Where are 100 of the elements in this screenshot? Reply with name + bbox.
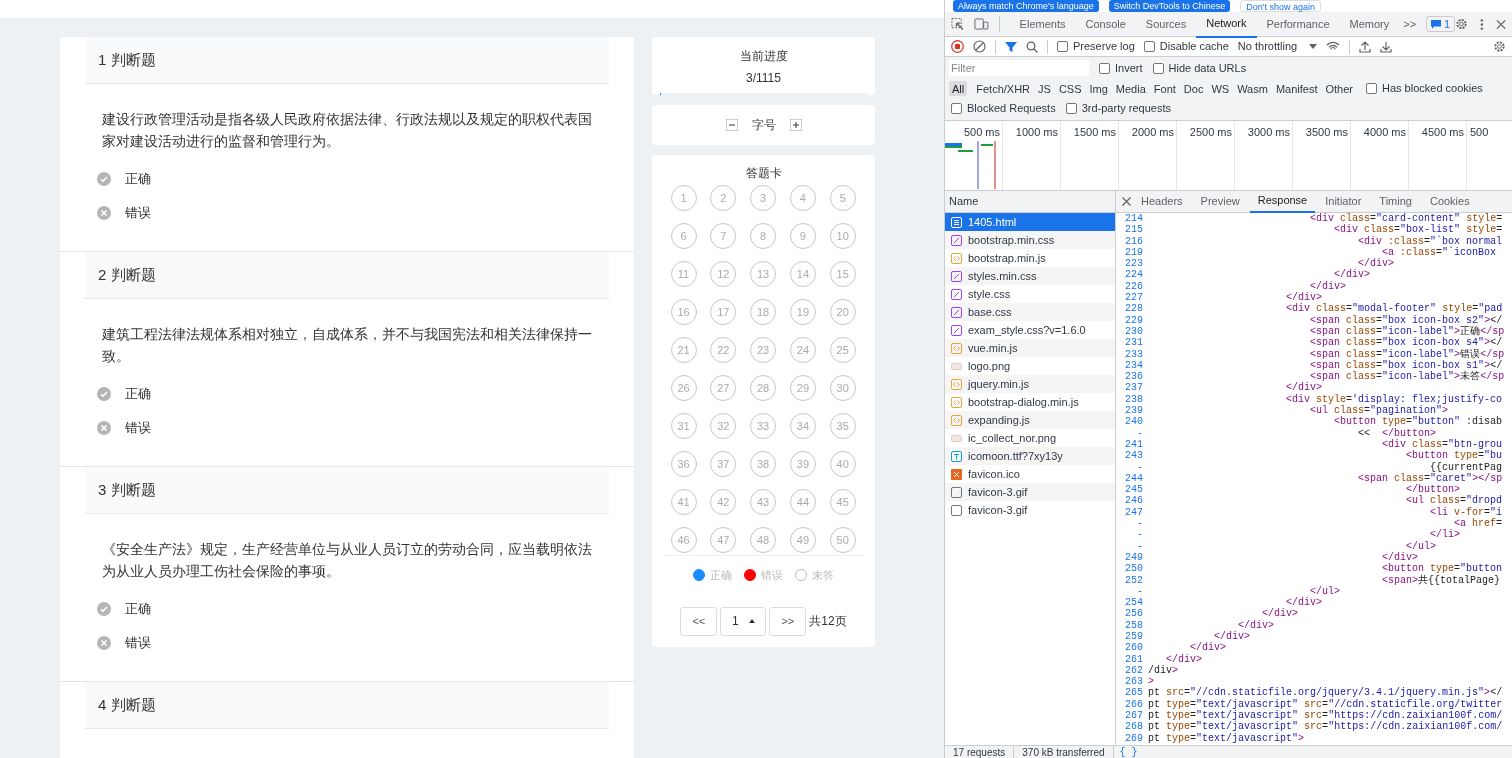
request-name: style.css [968,286,1011,302]
devtools-tab[interactable]: Sources [1135,10,1197,38]
option-label[interactable]: 错误 [125,633,151,653]
record-icon[interactable] [951,40,964,53]
clear-icon[interactable] [973,40,986,53]
page-select[interactable]: 1 [720,606,767,636]
type-filter[interactable]: Media [1112,80,1149,96]
line-number: 239 [1124,405,1143,417]
inspect-icon[interactable] [951,17,964,31]
name-column-header[interactable]: Name [945,191,1115,213]
check-circle-icon [97,387,111,401]
line-number: 247 [1124,506,1143,518]
type-filter[interactable]: Fetch/XHR [973,80,1034,96]
type-filter[interactable]: All [949,80,968,96]
line-number: 243 [1124,450,1143,462]
next-page-button[interactable]: >> [769,606,807,636]
upload-icon[interactable] [1359,40,1372,53]
banner-button[interactable]: Switch DevTools to Chinese [1108,0,1231,12]
line-number: 227 [1124,292,1143,304]
devtools-tab[interactable]: Elements [1009,10,1076,38]
type-filter[interactable]: Manifest [1272,80,1321,96]
option-label[interactable]: 错误 [125,418,151,438]
code-line: </div> [1358,258,1395,270]
close-icon[interactable] [1495,18,1506,30]
plus-icon[interactable] [789,119,802,131]
checkbox[interactable] [1065,102,1077,114]
detail-tab[interactable]: Cookies [1421,190,1478,213]
request-row[interactable]: expanding.js [945,411,1115,429]
pretty-print-icon[interactable]: { } [1119,746,1138,758]
option-label[interactable]: 正确 [125,169,151,189]
code-line: <button type="bu [1405,450,1503,462]
request-row[interactable]: 1405.html [945,213,1115,231]
checkbox[interactable] [1366,82,1377,94]
devtools-tab[interactable]: Network [1196,10,1257,38]
waterfall-drawing [945,141,997,189]
settings-icon[interactable] [1455,17,1469,31]
code-line: << </button> [1357,427,1437,439]
checkbox[interactable] [1152,62,1164,74]
banner-button[interactable]: Always match Chrome's language [953,0,1099,12]
code-line: {{currentPag [1429,461,1503,473]
throttling-select[interactable]: No throttling [1237,38,1318,55]
checkbox[interactable] [1143,41,1155,52]
request-row[interactable]: vue.min.js [945,339,1115,357]
request-row[interactable]: base.css [945,303,1115,321]
download-icon[interactable] [1380,40,1393,53]
type-filter[interactable]: CSS [1055,80,1085,96]
code-line: </div> [1189,642,1227,654]
progress-title: 当前进度 [739,48,788,65]
line-number: - [1136,461,1143,473]
code-line: </div> [1286,597,1323,609]
filter-icon[interactable] [1005,40,1017,53]
type-filter[interactable]: Doc [1180,80,1207,96]
devtools-tab[interactable]: Memory [1339,10,1400,38]
more-tabs-button[interactable]: >> [1399,15,1421,33]
previous-page-button[interactable]: << [680,606,718,636]
issues-badge[interactable]: 1 [1426,16,1456,32]
code-line: <div style='display: flex;justify-co [1285,393,1503,405]
detail-tab[interactable]: Timing [1371,190,1420,213]
code-line: </ul> [1309,585,1341,597]
legend-label: 正确 [710,568,732,583]
banner-button[interactable]: Don't show again [1240,0,1322,12]
type-filter[interactable]: JS [1035,80,1054,96]
request-row[interactable]: favicon-3.gif [945,483,1115,501]
option-label[interactable]: 错误 [125,203,151,223]
detail-tab[interactable]: Headers [1133,190,1191,213]
request-name: ic_collect_nor.png [968,430,1057,446]
code-line: </div> [1381,551,1419,563]
settings-icon[interactable] [1493,40,1506,53]
more-options-icon[interactable] [1480,17,1484,31]
checkbox-label: Invert [1115,60,1143,76]
filter-field[interactable]: Filter [949,60,1089,76]
request-name: bootstrap.min.css [968,232,1055,248]
line-number: 228 [1124,303,1143,315]
option-label[interactable]: 正确 [125,384,151,404]
checkbox-label: Blocked Requests [967,100,1056,116]
minus-icon[interactable] [725,119,738,131]
network-conditions-icon[interactable] [1326,41,1341,52]
device-icon[interactable] [973,17,989,31]
type-filter[interactable]: Img [1086,80,1111,96]
type-filter[interactable]: WS [1208,80,1233,96]
request-row[interactable]: jquery.min.js [945,375,1115,393]
search-icon[interactable] [1026,40,1038,53]
type-filter[interactable]: Wasm [1234,80,1271,96]
type-filter[interactable]: Font [1150,80,1179,96]
close-icon[interactable] [1122,197,1131,206]
type-filter[interactable]: Other [1322,80,1356,96]
checkbox[interactable] [1057,41,1068,52]
devtools-tab[interactable]: Console [1075,10,1136,38]
request-row[interactable]: bootstrap.min.css [945,231,1115,249]
favicon-icon [951,468,962,480]
code-line: </button> [1405,484,1461,496]
detail-tab[interactable]: Preview [1192,190,1248,213]
detail-tab[interactable]: Initiator [1317,190,1370,213]
checkbox[interactable] [1099,62,1110,74]
request-row[interactable]: styles.min.css [945,267,1115,285]
detail-tab[interactable]: Response [1249,190,1316,213]
option-label[interactable]: 正确 [125,599,151,619]
stylesheet-icon [951,324,962,336]
request-row[interactable]: icomoon.ttf?7xy13y [945,447,1115,465]
checkbox[interactable] [951,102,962,114]
